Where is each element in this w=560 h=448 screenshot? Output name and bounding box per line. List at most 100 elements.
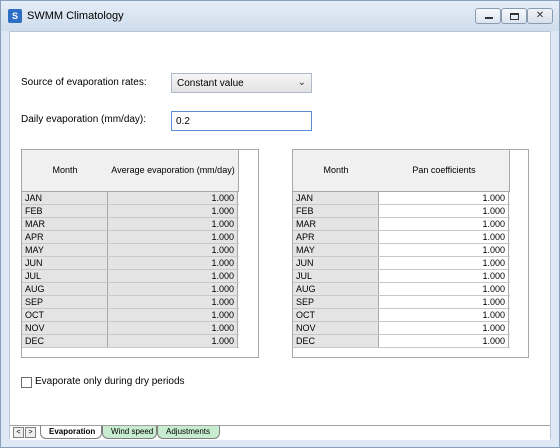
pan-coefficients-grid: Month Pan coefficients JAN 1.000 FEB 1.000 M… bbox=[292, 149, 529, 358]
close-button[interactable]: ✕ bbox=[527, 8, 553, 24]
month-cell: MAY bbox=[22, 244, 108, 256]
daily-evaporation-input[interactable]: 0.2 bbox=[171, 111, 312, 131]
pan-coefficient-value-cell[interactable]: 1.000 bbox=[379, 257, 509, 269]
month-column-header[interactable]: Month bbox=[293, 150, 380, 192]
average-evaporation-value-cell[interactable]: 1.000 bbox=[108, 296, 238, 308]
average-evaporation-row: APR 1.000 bbox=[22, 231, 239, 244]
tab-bar: < > Evaporation Wind speed Adjustments bbox=[10, 425, 550, 440]
month-cell: DEC bbox=[22, 335, 108, 347]
month-cell: JUL bbox=[22, 270, 108, 282]
minimize-icon bbox=[485, 17, 493, 19]
pan-coefficient-row: SEP 1.000 bbox=[293, 296, 510, 309]
window-title: SWMM Climatology bbox=[27, 10, 124, 22]
pan-coefficient-row: JAN 1.000 bbox=[293, 192, 510, 205]
month-cell: SEP bbox=[22, 296, 108, 308]
pan-coefficient-value-cell[interactable]: 1.000 bbox=[379, 296, 509, 308]
pan-coefficient-row: NOV 1.000 bbox=[293, 322, 510, 335]
average-evaporation-value-cell[interactable]: 1.000 bbox=[108, 257, 238, 269]
month-cell: APR bbox=[293, 231, 379, 243]
pan-coefficient-value-cell[interactable]: 1.000 bbox=[379, 205, 509, 217]
tab-next-button[interactable]: > bbox=[25, 427, 36, 438]
chevron-down-icon: ⌄ bbox=[297, 77, 306, 88]
pan-coefficient-value-cell[interactable]: 1.000 bbox=[379, 283, 509, 295]
average-evaporation-value-cell[interactable]: 1.000 bbox=[108, 192, 238, 204]
average-evaporation-value-cell[interactable]: 1.000 bbox=[108, 218, 238, 230]
month-cell: SEP bbox=[293, 296, 379, 308]
month-cell: DEC bbox=[293, 335, 379, 347]
pan-coefficient-row: OCT 1.000 bbox=[293, 309, 510, 322]
tab-prev-button[interactable]: < bbox=[13, 427, 24, 438]
tab-evaporation[interactable]: Evaporation bbox=[40, 426, 102, 439]
pan-coefficient-value-cell[interactable]: 1.000 bbox=[379, 270, 509, 282]
average-evaporation-value-cell[interactable]: 1.000 bbox=[108, 322, 238, 334]
pan-coefficient-row: AUG 1.000 bbox=[293, 283, 510, 296]
dry-periods-checkbox[interactable] bbox=[21, 377, 32, 388]
average-evaporation-value-cell[interactable]: 1.000 bbox=[108, 270, 238, 282]
pan-coefficient-value-cell[interactable]: 1.000 bbox=[379, 335, 509, 347]
evaporation-panel: Source of evaporation rates: Constant va… bbox=[9, 31, 551, 440]
title-bar: S SWMM Climatology ✕ bbox=[1, 1, 559, 31]
month-cell: MAY bbox=[293, 244, 379, 256]
dry-periods-label: Evaporate only during dry periods bbox=[35, 376, 185, 387]
pan-coefficient-value-cell[interactable]: 1.000 bbox=[379, 218, 509, 230]
month-cell: JAN bbox=[293, 192, 379, 204]
tab-adjustments[interactable]: Adjustments bbox=[157, 426, 220, 439]
month-cell: OCT bbox=[22, 309, 108, 321]
pan-coefficient-value-cell[interactable]: 1.000 bbox=[379, 309, 509, 321]
month-column-header[interactable]: Month bbox=[22, 150, 109, 192]
average-evaporation-value-cell[interactable]: 1.000 bbox=[108, 205, 238, 217]
pan-coefficient-row: MAR 1.000 bbox=[293, 218, 510, 231]
daily-evaporation-value: 0.2 bbox=[176, 116, 190, 127]
tab-wind-speed[interactable]: Wind speed bbox=[102, 426, 157, 439]
close-icon: ✕ bbox=[535, 10, 545, 21]
average-evaporation-row: DEC 1.000 bbox=[22, 335, 239, 348]
pan-coefficient-row: MAY 1.000 bbox=[293, 244, 510, 257]
average-evaporation-value-cell[interactable]: 1.000 bbox=[108, 283, 238, 295]
climatology-window: S SWMM Climatology ✕ Source of evaporati… bbox=[0, 0, 560, 448]
average-evaporation-value-cell[interactable]: 1.000 bbox=[108, 309, 238, 321]
month-cell: JUL bbox=[293, 270, 379, 282]
average-evaporation-row: SEP 1.000 bbox=[22, 296, 239, 309]
pan-coefficient-row: APR 1.000 bbox=[293, 231, 510, 244]
average-evaporation-row: JUL 1.000 bbox=[22, 270, 239, 283]
month-cell: FEB bbox=[293, 205, 379, 217]
pan-coefficient-value-cell[interactable]: 1.000 bbox=[379, 231, 509, 243]
average-evaporation-row: MAR 1.000 bbox=[22, 218, 239, 231]
maximize-icon bbox=[510, 13, 519, 20]
pan-coefficient-row: DEC 1.000 bbox=[293, 335, 510, 348]
pan-coefficients-column-header[interactable]: Pan coefficients bbox=[379, 150, 510, 192]
pan-coefficient-row: JUL 1.000 bbox=[293, 270, 510, 283]
average-evaporation-value-cell[interactable]: 1.000 bbox=[108, 244, 238, 256]
pan-coefficient-value-cell[interactable]: 1.000 bbox=[379, 322, 509, 334]
pan-coefficient-value-cell[interactable]: 1.000 bbox=[379, 244, 509, 256]
app-icon: S bbox=[8, 9, 22, 23]
average-evaporation-row: FEB 1.000 bbox=[22, 205, 239, 218]
average-evaporation-row: JUN 1.000 bbox=[22, 257, 239, 270]
pan-coefficient-row: FEB 1.000 bbox=[293, 205, 510, 218]
month-cell: JUN bbox=[293, 257, 379, 269]
average-evaporation-column-header[interactable]: Average evaporation (mm/day) bbox=[108, 150, 239, 192]
month-cell: FEB bbox=[22, 205, 108, 217]
average-evaporation-grid: Month Average evaporation (mm/day) JAN 1.… bbox=[21, 149, 259, 358]
month-cell: JUN bbox=[22, 257, 108, 269]
pan-coefficient-value-cell[interactable]: 1.000 bbox=[379, 192, 509, 204]
month-cell: NOV bbox=[293, 322, 379, 334]
month-cell: NOV bbox=[22, 322, 108, 334]
month-cell: APR bbox=[22, 231, 108, 243]
source-label: Source of evaporation rates: bbox=[21, 77, 147, 88]
daily-evaporation-label: Daily evaporation (mm/day): bbox=[21, 114, 147, 125]
source-dropdown[interactable]: Constant value ⌄ bbox=[171, 73, 312, 93]
month-cell: MAR bbox=[22, 218, 108, 230]
month-cell: AUG bbox=[293, 283, 379, 295]
average-evaporation-row: OCT 1.000 bbox=[22, 309, 239, 322]
month-cell: AUG bbox=[22, 283, 108, 295]
month-cell: MAR bbox=[293, 218, 379, 230]
month-cell: OCT bbox=[293, 309, 379, 321]
average-evaporation-value-cell[interactable]: 1.000 bbox=[108, 231, 238, 243]
maximize-button[interactable] bbox=[501, 8, 527, 24]
average-evaporation-row: JAN 1.000 bbox=[22, 192, 239, 205]
month-cell: JAN bbox=[22, 192, 108, 204]
minimize-button[interactable] bbox=[475, 8, 501, 24]
average-evaporation-value-cell[interactable]: 1.000 bbox=[108, 335, 238, 347]
average-evaporation-row: AUG 1.000 bbox=[22, 283, 239, 296]
